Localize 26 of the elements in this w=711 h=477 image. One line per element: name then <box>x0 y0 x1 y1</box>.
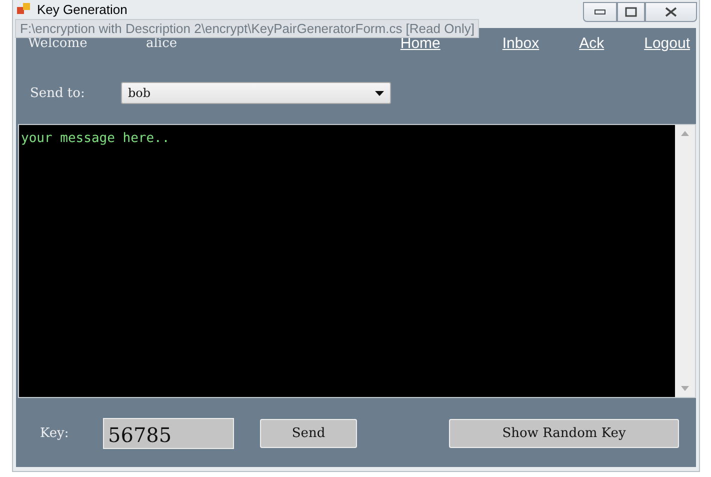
username: alice <box>146 36 178 50</box>
close-button[interactable] <box>645 2 697 22</box>
show-random-key-button[interactable]: Show Random Key <box>449 419 679 448</box>
dropdown-arrow-icon <box>375 90 384 96</box>
minimize-button[interactable] <box>583 2 617 22</box>
nav-link[interactable]: Ack <box>579 34 604 52</box>
maximize-button[interactable] <box>617 2 645 22</box>
nav-link[interactable]: Logout <box>644 34 690 52</box>
key-label: Key: <box>40 426 70 441</box>
window-title: Key Generation <box>37 2 128 17</box>
scroll-down-icon <box>681 386 689 391</box>
nav-link[interactable]: Inbox <box>502 34 540 52</box>
key-field[interactable]: 56785 <box>103 418 234 449</box>
send-to-label: Send to: <box>30 86 86 100</box>
message-text: your message here.. <box>21 131 170 146</box>
send-button[interactable]: Send <box>260 419 357 448</box>
message-field[interactable]: your message here.. <box>18 124 696 398</box>
maximize-icon <box>625 7 637 17</box>
welcome-label: Welcome <box>28 36 88 50</box>
recipient-dropdown[interactable]: bob <box>121 82 391 104</box>
close-icon <box>665 7 677 17</box>
minimize-icon <box>594 9 606 15</box>
scroll-up-icon <box>681 131 689 136</box>
app-icon <box>17 2 31 16</box>
tooltip: F:\encryption with Description 2\encrypt\KeyPairGeneratorForm.cs [Read Only] <box>15 19 480 38</box>
scrollbar[interactable] <box>675 125 695 397</box>
